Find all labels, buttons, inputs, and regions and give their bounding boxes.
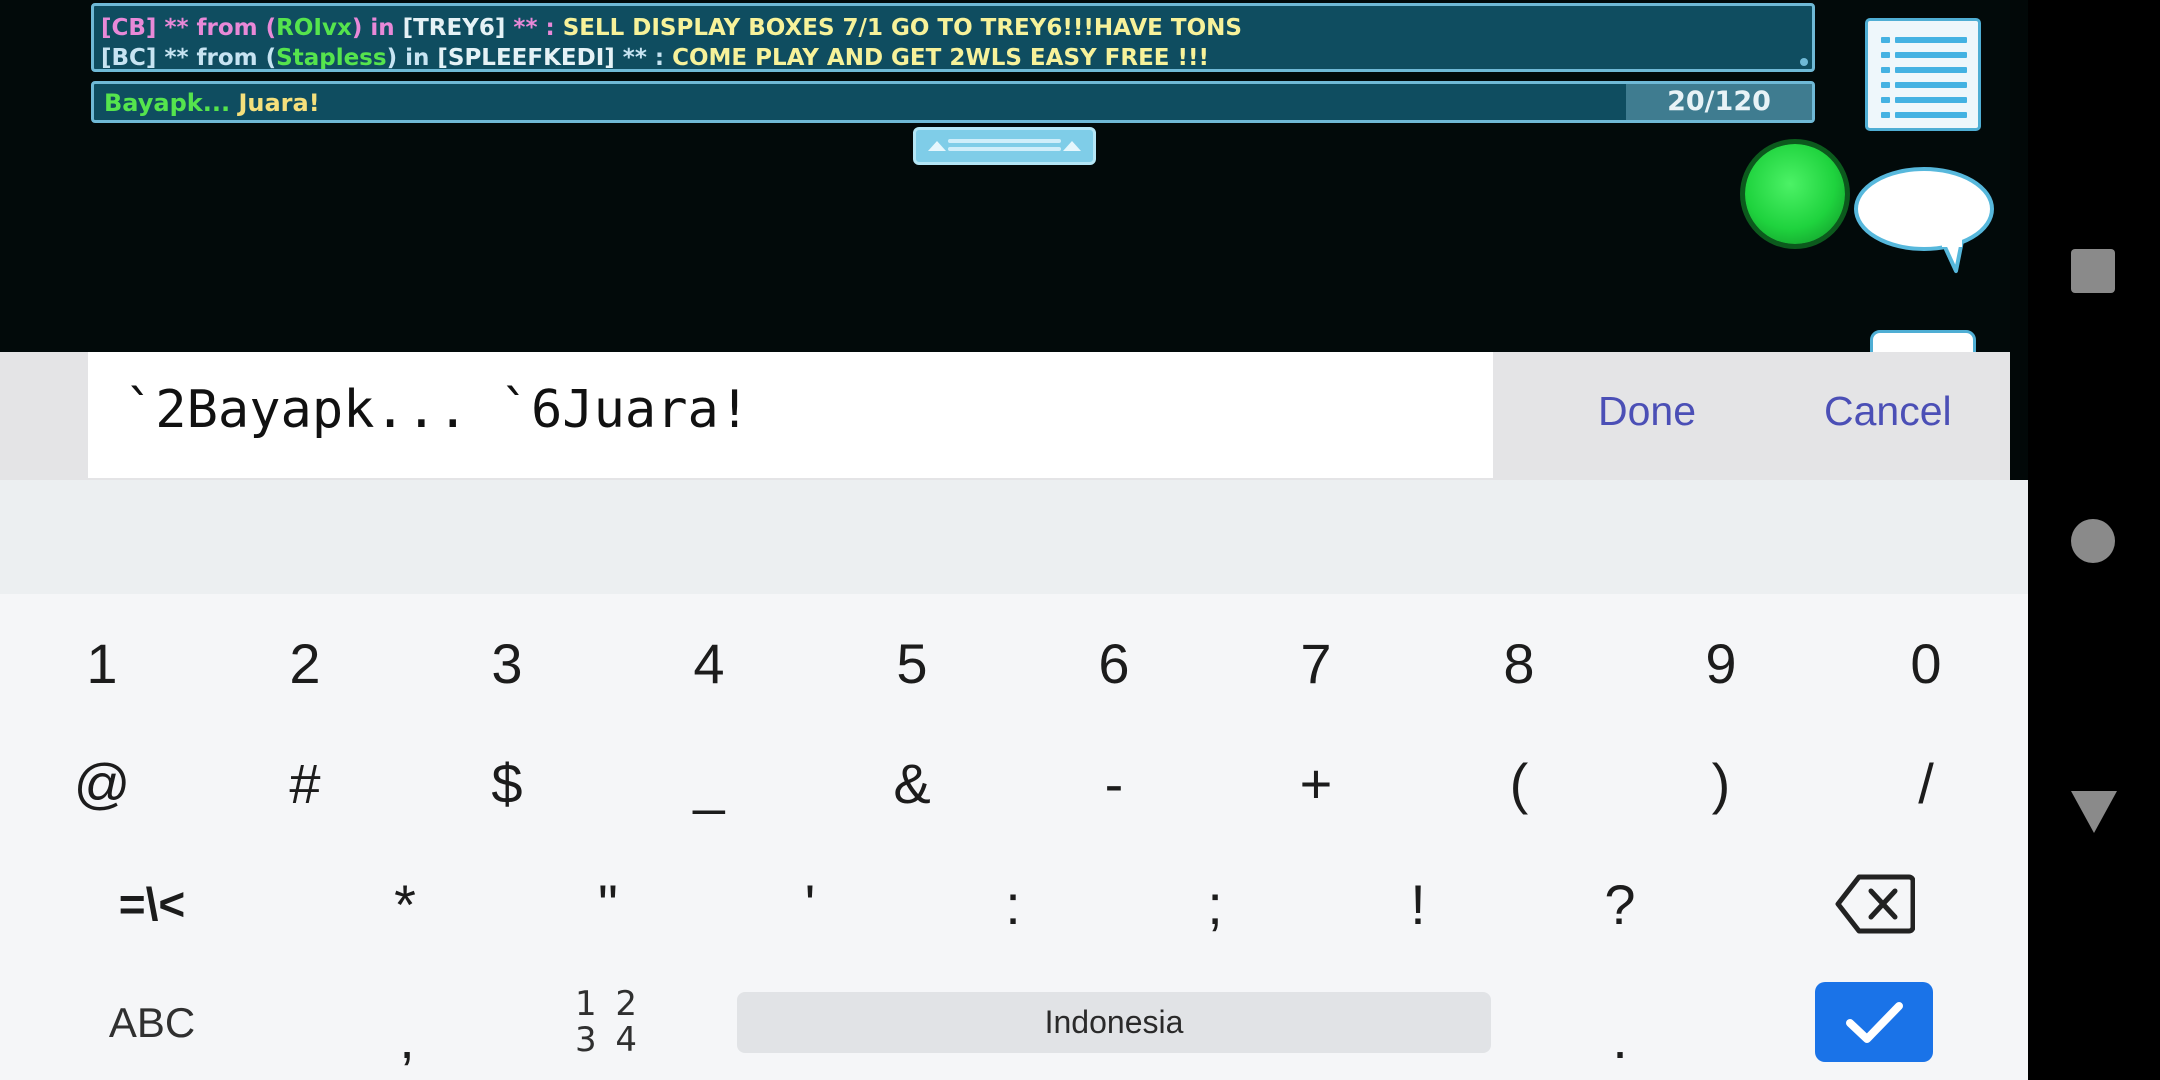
- edit-text-bar: `2Bayapk... `6Juara! Done Cancel: [0, 352, 2010, 480]
- key-underscore[interactable]: _: [657, 745, 761, 821]
- chat-message: SELL DISPLAY BOXES 7/1 GO TO TREY6!!!HAV…: [562, 15, 1242, 41]
- cancel-button[interactable]: Cancel: [1824, 388, 1952, 435]
- key-4[interactable]: 4: [657, 625, 761, 701]
- speech-button[interactable]: [1852, 165, 2000, 275]
- speech-bubble-icon: [1854, 167, 1994, 273]
- key-5[interactable]: 5: [860, 625, 964, 701]
- space-bar[interactable]: Indonesia: [737, 992, 1491, 1053]
- key-plus[interactable]: +: [1264, 745, 1368, 821]
- backspace-icon: [1835, 874, 1915, 934]
- circle-icon: [2071, 519, 2115, 563]
- chat-scroll-indicator: [1800, 58, 1808, 66]
- triangle-icon: [2071, 791, 2117, 833]
- back-button[interactable]: [2070, 790, 2118, 839]
- done-button[interactable]: Done: [1598, 388, 1696, 435]
- key-ampersand[interactable]: &: [860, 745, 964, 821]
- chat-stars: ** :: [614, 45, 673, 71]
- key-3[interactable]: 3: [455, 625, 559, 701]
- arrow-up-icon: [928, 141, 946, 151]
- key-number-pad-toggle[interactable]: 1 2 3 4: [556, 982, 660, 1062]
- key-minus[interactable]: -: [1062, 745, 1166, 821]
- square-icon: [2071, 249, 2115, 293]
- key-single-quote[interactable]: ': [758, 866, 862, 942]
- chat-log[interactable]: [CB] ** from (ROIvx) in [TREY6] ** : SEL…: [91, 3, 1815, 72]
- chat-input-text: Bayapk... Juara!: [104, 89, 320, 117]
- system-nav-bar: [2028, 0, 2160, 1080]
- char-counter: 20/120: [1626, 84, 1812, 120]
- backspace-key[interactable]: [1820, 866, 1930, 942]
- key-semicolon[interactable]: ;: [1163, 866, 1267, 942]
- recents-button[interactable]: [2070, 248, 2116, 299]
- chat-from: ** from (: [156, 45, 277, 71]
- key-8[interactable]: 8: [1467, 625, 1571, 701]
- num-toggle-bottom: 3 4: [574, 1020, 642, 1060]
- handle-line-bottom: [948, 147, 1061, 151]
- chat-in: ) in: [386, 45, 438, 71]
- key-question[interactable]: ?: [1568, 866, 1672, 942]
- chat-message: COME PLAY AND GET 2WLS EASY FREE !!!: [672, 45, 1209, 71]
- key-asterisk[interactable]: *: [353, 866, 457, 942]
- chat-user: ROIvx: [276, 15, 352, 41]
- key-exclamation[interactable]: !: [1366, 866, 1470, 942]
- key-period[interactable]: .: [1568, 985, 1672, 1070]
- checkmark-icon: [1846, 1002, 1903, 1043]
- chat-user: Stapless: [276, 45, 387, 71]
- key-9[interactable]: 9: [1669, 625, 1773, 701]
- chat-input-bar[interactable]: Bayapk... Juara! 20/120: [91, 81, 1815, 123]
- chat-stars: ** :: [505, 15, 563, 41]
- key-6[interactable]: 6: [1062, 625, 1166, 701]
- arrow-up-icon: [1063, 141, 1081, 151]
- handle-line-top: [948, 139, 1061, 143]
- key-colon[interactable]: :: [961, 866, 1065, 942]
- keyboard-suggestion-strip: [0, 480, 2028, 594]
- chat-line: [CB] ** from (ROIvx) in [TREY6] ** : SEL…: [101, 13, 1812, 43]
- chat-from: ** from (: [156, 15, 277, 41]
- home-button[interactable]: [2070, 518, 2116, 569]
- input-text-green: Bayapk...: [104, 89, 231, 117]
- key-7[interactable]: 7: [1264, 625, 1368, 701]
- key-abc[interactable]: ABC: [90, 985, 214, 1061]
- key-more-symbols[interactable]: =\<: [90, 866, 214, 942]
- chat-tag: [BC]: [101, 45, 157, 71]
- key-slash[interactable]: /: [1874, 745, 1978, 821]
- key-paren-open[interactable]: (: [1467, 745, 1571, 821]
- key-comma[interactable]: ,: [355, 985, 459, 1070]
- chat-line: [BC] ** from (Stapless) in [SPLEEFKEDI] …: [101, 43, 1812, 71]
- key-paren-close[interactable]: ): [1669, 745, 1773, 821]
- chat-tag: [CB]: [101, 15, 157, 41]
- key-dollar[interactable]: $: [455, 745, 559, 821]
- chat-in: ) in: [351, 15, 403, 41]
- num-toggle-top: 1 2: [574, 984, 642, 1024]
- menu-button[interactable]: [1865, 18, 1981, 131]
- enter-key[interactable]: [1815, 982, 1933, 1062]
- input-text-yellow: Juara!: [230, 89, 320, 117]
- key-double-quote[interactable]: ": [556, 866, 660, 942]
- key-2[interactable]: 2: [253, 625, 357, 701]
- key-hash[interactable]: #: [253, 745, 357, 821]
- chat-expand-handle[interactable]: [913, 127, 1096, 165]
- chat-world: [TREY6]: [402, 15, 506, 41]
- edit-text-field[interactable]: `2Bayapk... `6Juara!: [88, 352, 1493, 478]
- key-0[interactable]: 0: [1874, 625, 1978, 701]
- green-orb-icon[interactable]: [1745, 144, 1845, 244]
- game-viewport: [CB] ** from (ROIvx) in [TREY6] ** : SEL…: [0, 0, 2010, 376]
- key-at[interactable]: @: [50, 745, 154, 821]
- key-1[interactable]: 1: [50, 625, 154, 701]
- chat-world: [SPLEEFKEDI]: [437, 45, 615, 71]
